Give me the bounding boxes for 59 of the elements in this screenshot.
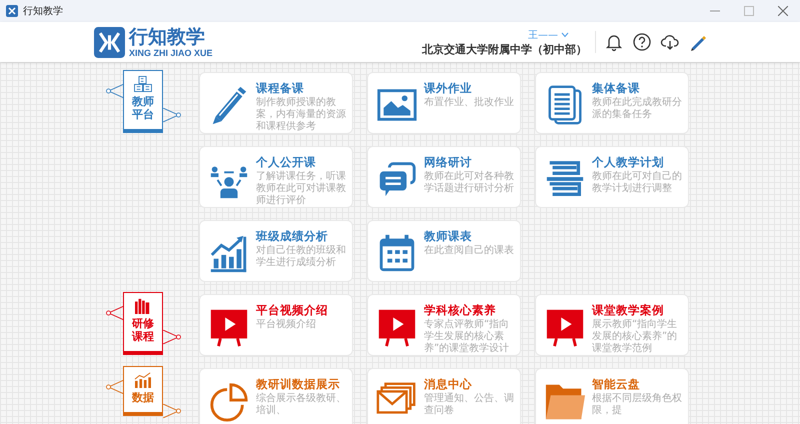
logo-subtitle: XING ZHI JIAO XUE xyxy=(129,48,213,58)
help-icon[interactable] xyxy=(632,32,652,52)
module-card[interactable]: 平台视频介绍 平台视频介绍 xyxy=(199,294,353,356)
window-title: 行知教学 xyxy=(23,5,63,18)
caret-icon xyxy=(561,32,569,38)
close-icon xyxy=(778,6,788,16)
card-description: 综合展示各级教研、培训、 xyxy=(256,393,346,417)
module-card[interactable]: 课程备课 制作教师授课的教案，内有海量的资源和课程供参考 xyxy=(199,72,353,134)
card-description: 教师在此完成教研分派的集备任务 xyxy=(592,97,682,121)
section-label: 研修课程 xyxy=(131,317,155,344)
module-card[interactable]: 智能云盘 根据不同层级角色权限，提 xyxy=(535,368,689,424)
card-description: 在此查阅自己的课表 xyxy=(424,245,514,257)
module-card[interactable]: 网络研讨 教师在此可对各种教学话题进行研讨分析 xyxy=(367,146,521,208)
module-card[interactable]: 课堂教学案例 展示教师“指向学生发展的核心素养”的课堂教学范例 xyxy=(535,294,689,356)
logo-title: 行知教学 xyxy=(129,26,205,48)
card-description: 根据不同层级角色权限，提 xyxy=(592,393,682,417)
card-title: 课程备课 xyxy=(256,81,305,95)
card-description: 专家点评教师“指向学生发展的核心素养”的课堂教学设计 xyxy=(424,319,510,355)
section-label: 教师平台 xyxy=(131,95,155,122)
card-title: 平台视频介绍 xyxy=(256,303,328,317)
maximize-icon xyxy=(744,6,754,16)
card-title: 学科核心素养 xyxy=(424,303,497,317)
card-description: 展示教师“指向学生发展的核心素养”的课堂教学范例 xyxy=(592,319,678,355)
bar-chart-icon xyxy=(133,372,153,388)
module-card[interactable]: 个人教学计划 教师在此可对自己的教学计划进行调整 xyxy=(535,146,689,208)
card-title: 教研训数据展示 xyxy=(256,377,341,391)
module-card[interactable]: 班级成绩分析 对自己任教的班级和学生进行成绩分析 xyxy=(199,220,353,282)
card-description: 对自己任教的班级和学生进行成绩分析 xyxy=(256,245,346,269)
card-description: 管理通知、公告、调查问卷 xyxy=(424,393,514,417)
letter-blocks-icon xyxy=(133,76,153,92)
section-label: 数据 xyxy=(131,391,155,404)
card-description: 布置作业、批改作业 xyxy=(424,97,514,109)
module-card[interactable]: 课外作业 布置作业、批改作业 xyxy=(367,72,521,134)
module-card[interactable]: 学科核心素养 专家点评教师“指向学生发展的核心素养”的课堂教学设计 xyxy=(367,294,521,356)
card-title: 课堂教学案例 xyxy=(592,303,665,317)
app-logo-icon xyxy=(6,5,18,17)
module-card[interactable]: 集体备课 教师在此完成教研分派的集备任务 xyxy=(535,72,689,134)
card-title: 消息中心 xyxy=(424,377,473,391)
logo-icon xyxy=(94,26,125,58)
card-title: 个人公开课 xyxy=(256,155,317,169)
card-title: 集体备课 xyxy=(592,81,641,95)
module-card[interactable]: 个人公开课 了解讲课任务，听课教师在此可对讲课教师进行评价 xyxy=(199,146,353,208)
card-description: 教师在此可对自己的教学计划进行调整 xyxy=(592,171,682,195)
card-description: 制作教师授课的教案，内有海量的资源和课程供参考 xyxy=(256,97,346,133)
card-title: 教师课表 xyxy=(424,229,473,243)
card-description: 了解讲课任务，听课教师在此可对讲课教师进行评价 xyxy=(256,171,346,207)
card-title: 课外作业 xyxy=(424,81,473,95)
card-description: 教师在此可对各种教学话题进行研讨分析 xyxy=(424,171,514,195)
school-name: 北京交通大学附属中学（初中部） xyxy=(422,42,587,56)
card-title: 智能云盘 xyxy=(592,377,641,391)
card-title: 个人教学计划 xyxy=(592,155,665,169)
module-card[interactable]: 教研训数据展示 综合展示各级教研、培训、 xyxy=(199,368,353,424)
card-description: 平台视频介绍 xyxy=(256,319,317,331)
module-card[interactable]: 教师课表 在此查阅自己的课表 xyxy=(367,220,521,282)
card-title: 班级成绩分析 xyxy=(256,229,329,243)
card-title: 网络研讨 xyxy=(424,155,473,169)
module-card[interactable]: 消息中心 管理通知、公告、调查问卷 xyxy=(367,368,521,424)
user-menu[interactable]: 王—— xyxy=(528,28,587,42)
cloud-download-icon[interactable] xyxy=(660,32,680,52)
